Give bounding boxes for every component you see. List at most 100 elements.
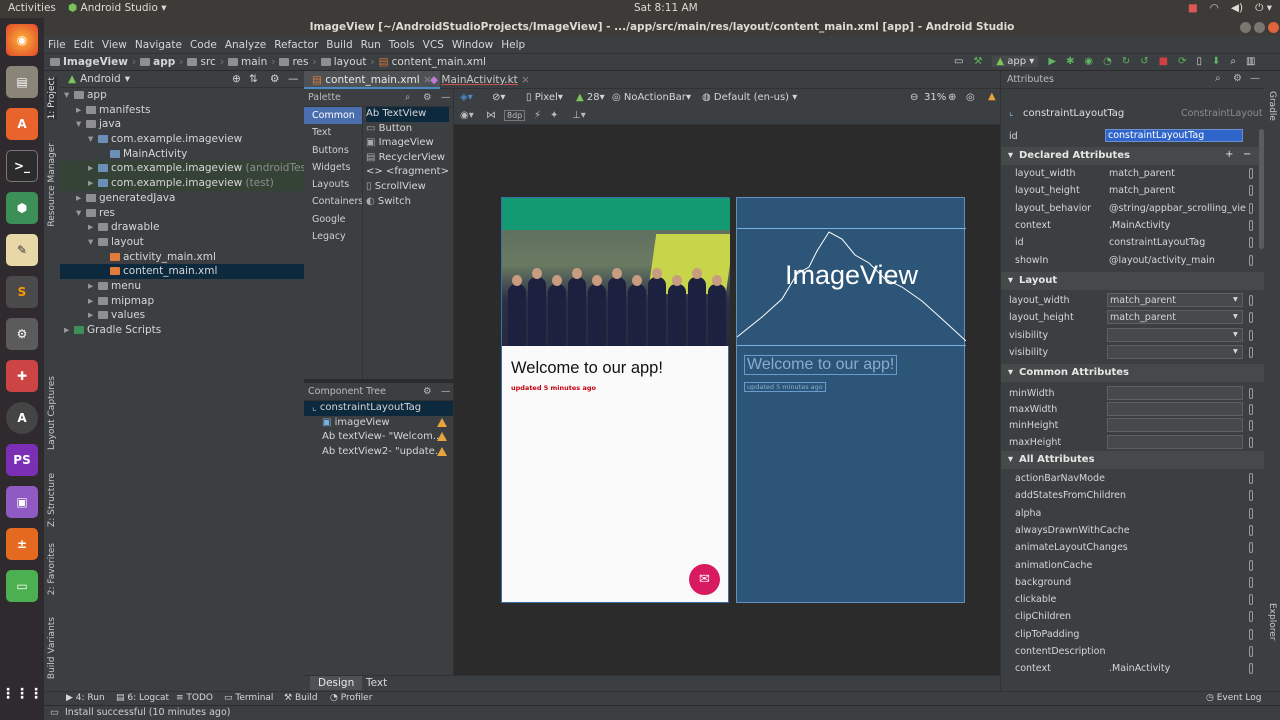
maximize-button[interactable] xyxy=(1254,22,1265,33)
tree-item[interactable]: ▾ app xyxy=(60,88,304,103)
status-message[interactable]: Install successful (10 minutes ago) xyxy=(65,707,230,718)
show-apps-icon[interactable]: ⋮⋮⋮ xyxy=(1,678,43,710)
search-everywhere-icon[interactable]: ⌕ xyxy=(1230,56,1236,67)
attr-value[interactable]: @layout/activity_main xyxy=(1109,255,1215,266)
tool-run[interactable]: ▶ 4: Run xyxy=(66,693,105,703)
chevron-icon[interactable]: ▸ xyxy=(76,191,86,206)
attr-indicator[interactable] xyxy=(1249,507,1253,519)
chevron-icon[interactable]: ▸ xyxy=(88,176,98,191)
attr-value-input[interactable] xyxy=(1107,402,1243,417)
debug-icon[interactable]: ✱ xyxy=(1066,56,1074,67)
gear-icon[interactable]: ⚙ xyxy=(1233,73,1242,84)
updated-text[interactable]: updated 5 minutes ago xyxy=(511,384,596,392)
menu-refactor[interactable]: Refactor xyxy=(274,39,318,51)
palette-item[interactable]: Ab TextView xyxy=(366,107,449,122)
tree-item[interactable]: ▸ Gradle Scripts xyxy=(60,323,304,338)
chevron-icon[interactable]: ▾ xyxy=(88,132,98,147)
sublime-icon[interactable]: S xyxy=(6,276,38,308)
design-preview[interactable]: Welcome to our app! updated 5 minutes ag… xyxy=(501,197,730,603)
tool-todo[interactable]: ≡ TODO xyxy=(176,693,213,703)
hide-icon[interactable]: — xyxy=(441,92,451,103)
chevron-down-icon[interactable]: ▾ xyxy=(1233,346,1238,357)
section-all[interactable]: ▾ All Attributes xyxy=(1001,451,1265,469)
profile-icon[interactable]: ◔ xyxy=(1103,56,1112,67)
chevron-down-icon[interactable]: ▾ xyxy=(1233,329,1238,340)
attr-indicator[interactable] xyxy=(1249,388,1253,399)
notes-icon[interactable]: ▭ xyxy=(6,570,38,602)
sync-icon[interactable]: ⟳ xyxy=(1178,56,1186,67)
menu-navigate[interactable]: Navigate xyxy=(135,39,182,51)
close-tab-icon[interactable]: × xyxy=(518,74,530,86)
coverage-icon[interactable]: ◉ xyxy=(1084,56,1093,67)
design-canvas[interactable]: Welcome to our app! updated 5 minutes ag… xyxy=(454,125,1000,675)
clear-constraints-icon[interactable]: ⚡ xyxy=(534,110,541,121)
chevron-down-icon[interactable]: ▾ xyxy=(125,73,130,85)
tree-item[interactable]: activity_main.xml xyxy=(60,250,304,265)
tab-design[interactable]: Design xyxy=(310,676,363,690)
tree-item[interactable]: ▸ generatedJava xyxy=(60,191,304,206)
run-config-select[interactable]: ▲ app ▾ xyxy=(992,56,1039,67)
attr-value-input[interactable] xyxy=(1107,418,1243,433)
volume-icon[interactable]: ◀) xyxy=(1231,2,1243,15)
palette-item[interactable]: ▭ Button xyxy=(366,122,449,137)
gear-icon[interactable]: ⚙ xyxy=(270,73,279,85)
sdk-manager-icon[interactable]: ⬇ xyxy=(1212,56,1220,67)
hide-icon[interactable]: — xyxy=(288,73,299,85)
palette-category[interactable]: Text xyxy=(304,124,362,141)
attr-value[interactable]: constraintLayoutTag xyxy=(1109,237,1205,248)
palette-category[interactable]: Legacy xyxy=(304,228,362,245)
add-attribute-icon[interactable]: + xyxy=(1225,149,1233,160)
terminal-icon[interactable]: >_ xyxy=(6,150,38,182)
palette-category[interactable]: Widgets xyxy=(304,159,362,176)
chevron-icon[interactable]: ▸ xyxy=(88,294,98,309)
gear-icon[interactable]: ⚙ xyxy=(423,92,432,103)
menu-vcs[interactable]: VCS xyxy=(423,39,444,51)
theme-select[interactable]: ◎ NoActionBar▾ xyxy=(612,92,691,103)
attr-indicator[interactable] xyxy=(1249,576,1253,588)
design-surface-icon[interactable]: ◈▾ xyxy=(460,92,473,103)
tree-item[interactable]: ▸ com.example.imageview (test) xyxy=(60,176,304,191)
menu-analyze[interactable]: Analyze xyxy=(225,39,266,51)
tree-item[interactable]: ▸ drawable xyxy=(60,220,304,235)
menu-run[interactable]: Run xyxy=(361,39,381,51)
files-icon[interactable]: ▤ xyxy=(6,66,38,98)
tree-item[interactable]: ▸ values xyxy=(60,308,304,323)
structure-tool-tab[interactable]: Z: Structure xyxy=(47,473,57,527)
attr-indicator[interactable] xyxy=(1249,168,1253,179)
search-icon[interactable]: ⌕ xyxy=(1215,73,1221,84)
tree-item[interactable]: ▸ mipmap xyxy=(60,294,304,309)
chevron-icon[interactable]: ▾ xyxy=(88,235,98,250)
hammer-icon[interactable]: ⚒ xyxy=(973,56,982,67)
attr-indicator[interactable] xyxy=(1249,559,1253,571)
zoom-fit-icon[interactable]: ◎ xyxy=(966,92,975,103)
locate-icon[interactable]: ⊕ xyxy=(232,73,241,85)
attr-value-input[interactable] xyxy=(1107,344,1243,359)
menu-tools[interactable]: Tools xyxy=(389,39,415,51)
id-input[interactable]: constraintLayoutTag xyxy=(1105,129,1243,142)
menu-window[interactable]: Window xyxy=(452,39,493,51)
menu-build[interactable]: Build xyxy=(326,39,352,51)
welcome-text[interactable]: Welcome to our app! xyxy=(511,359,663,378)
palette-item[interactable]: ▣ ImageView xyxy=(366,136,449,151)
zoom-out-icon[interactable]: ⊖ xyxy=(910,92,918,103)
apply-changes-icon[interactable]: ↻ xyxy=(1122,56,1130,67)
section-layout[interactable]: ▾ Layout xyxy=(1001,272,1265,290)
power-icon[interactable]: ⏻ ▾ xyxy=(1255,2,1272,15)
chevron-icon[interactable]: ▸ xyxy=(88,308,98,323)
attr-indicator[interactable] xyxy=(1249,646,1253,657)
tree-item[interactable]: ▸ manifests xyxy=(60,103,304,118)
warning-icon[interactable] xyxy=(437,417,447,427)
section-common[interactable]: ▾ Common Attributes xyxy=(1001,364,1265,382)
blueprint-preview[interactable]: ImageView Welcome to our app! updated 5 … xyxy=(736,197,966,603)
component-tree-item[interactable]: Ab textView- "Welcom... xyxy=(304,430,453,445)
attr-indicator[interactable] xyxy=(1249,346,1253,358)
attr-indicator[interactable] xyxy=(1249,420,1253,432)
chevron-icon[interactable]: ▾ xyxy=(76,206,86,221)
attr-indicator[interactable] xyxy=(1249,312,1253,324)
resource-manager-tool-tab[interactable]: Resource Manager xyxy=(47,143,57,227)
menu-file[interactable]: File xyxy=(48,39,66,51)
view-options-icon[interactable]: ◉▾ xyxy=(460,110,474,121)
wifi-icon[interactable]: ◠ xyxy=(1210,2,1219,15)
attr-indicator[interactable] xyxy=(1249,185,1253,197)
attr-indicator[interactable] xyxy=(1249,404,1253,416)
